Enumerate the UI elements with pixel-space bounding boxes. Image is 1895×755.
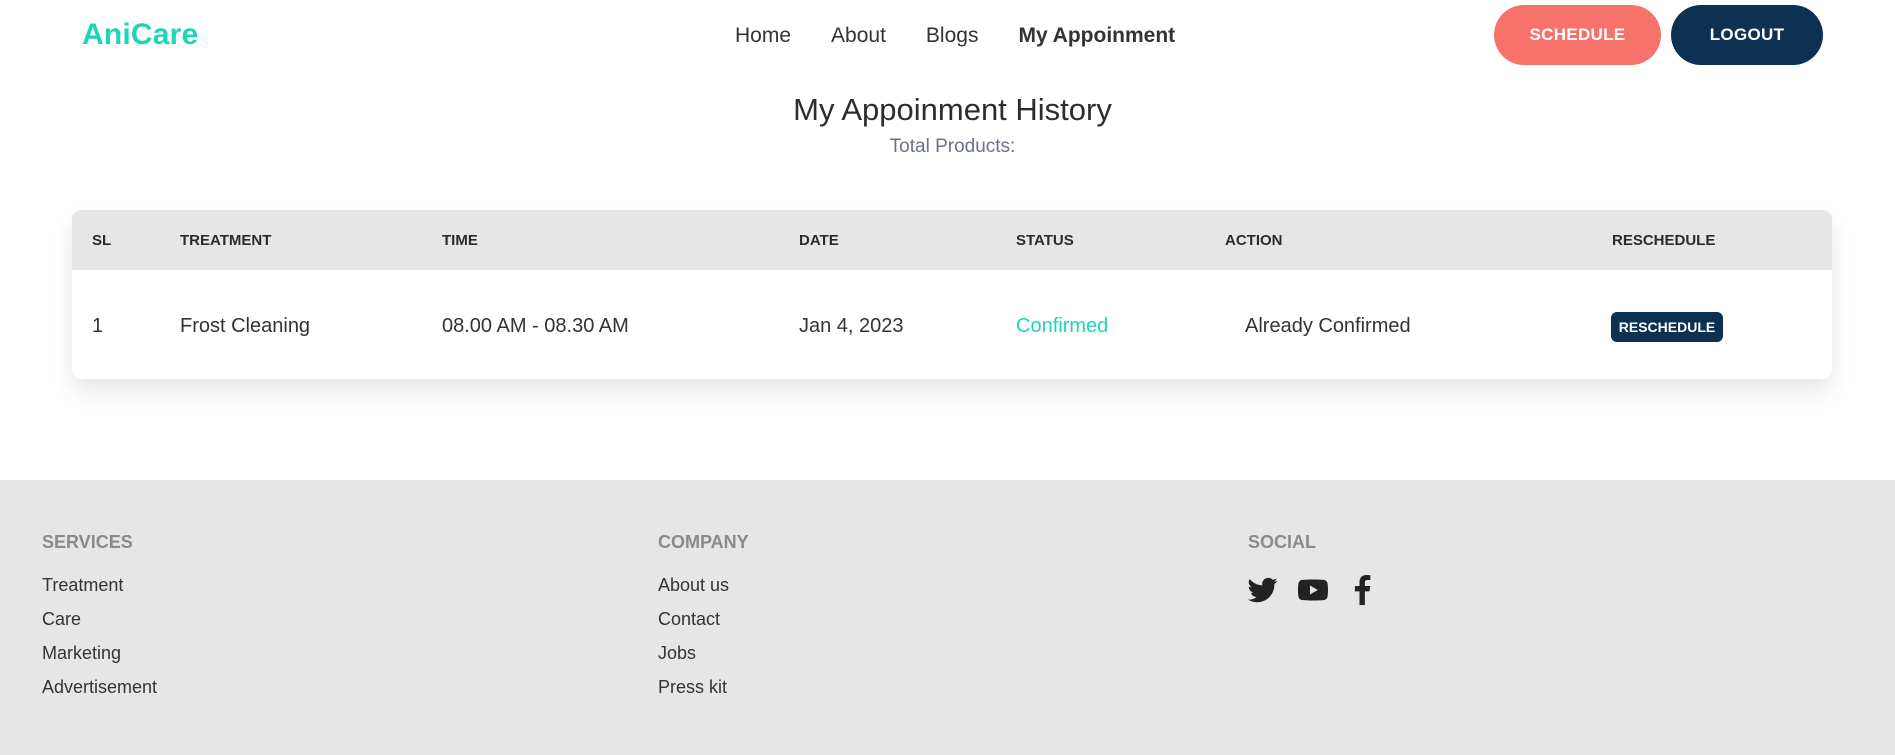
column-header-reschedule: RESCHEDULE bbox=[1612, 232, 1716, 249]
nav-links: Home About Blogs My Appoinment bbox=[735, 24, 1175, 48]
footer-company: COMPANY About us Contact Jobs Press kit bbox=[658, 532, 749, 711]
footer-heading-services: SERVICES bbox=[42, 532, 133, 552]
footer-heading-company: COMPANY bbox=[658, 532, 749, 552]
footer-link-advertisement[interactable]: Advertisement bbox=[42, 677, 157, 698]
column-header-action: ACTION bbox=[1225, 232, 1283, 249]
cell-date: Jan 4, 2023 bbox=[799, 315, 904, 337]
youtube-icon[interactable] bbox=[1298, 575, 1328, 605]
cell-sl: 1 bbox=[92, 315, 104, 337]
reschedule-button[interactable]: RESCHEDULE bbox=[1611, 312, 1723, 342]
footer-link-jobs[interactable]: Jobs bbox=[658, 643, 749, 664]
logout-button[interactable]: LOGOUT bbox=[1671, 5, 1823, 65]
column-header-date: DATE bbox=[799, 232, 839, 249]
column-header-sl: SL bbox=[92, 232, 112, 249]
footer-link-press-kit[interactable]: Press kit bbox=[658, 677, 749, 698]
cell-action: Already Confirmed bbox=[1245, 315, 1411, 337]
cell-treatment: Frost Cleaning bbox=[180, 315, 311, 337]
schedule-button[interactable]: SCHEDULE bbox=[1494, 5, 1661, 65]
nav-link-about[interactable]: About bbox=[831, 24, 886, 48]
footer-link-about-us[interactable]: About us bbox=[658, 575, 749, 596]
social-icons bbox=[1248, 575, 1378, 605]
brand-logo[interactable]: AniCare bbox=[82, 18, 198, 52]
footer-link-marketing[interactable]: Marketing bbox=[42, 643, 157, 664]
footer-social: SOCIAL bbox=[1248, 532, 1378, 605]
footer-link-care[interactable]: Care bbox=[42, 609, 157, 630]
nav-link-my-appoinment[interactable]: My Appoinment bbox=[1018, 24, 1175, 48]
page-title: My Appoinment History bbox=[793, 92, 1112, 127]
table-header-row: SL TREATMENT TIME DATE STATUS ACTION RES… bbox=[72, 210, 1832, 270]
column-header-status: STATUS bbox=[1016, 232, 1074, 249]
footer-heading-social: SOCIAL bbox=[1248, 532, 1317, 552]
appointment-table: SL TREATMENT TIME DATE STATUS ACTION RES… bbox=[72, 210, 1832, 379]
facebook-icon[interactable] bbox=[1348, 575, 1378, 605]
footer-link-treatment[interactable]: Treatment bbox=[42, 575, 157, 596]
column-header-time: TIME bbox=[442, 232, 478, 249]
navbar: AniCare Home About Blogs My Appoinment S… bbox=[0, 0, 1895, 72]
twitter-icon[interactable] bbox=[1248, 575, 1278, 605]
column-header-treatment: TREATMENT bbox=[180, 232, 272, 249]
cell-time: 08.00 AM - 08.30 AM bbox=[442, 315, 629, 337]
page-subtitle: Total Products: bbox=[889, 136, 1016, 157]
footer-services: SERVICES Treatment Care Marketing Advert… bbox=[42, 532, 157, 711]
nav-link-blogs[interactable]: Blogs bbox=[926, 24, 979, 48]
footer-link-contact[interactable]: Contact bbox=[658, 609, 749, 630]
footer: SERVICES Treatment Care Marketing Advert… bbox=[0, 480, 1895, 755]
nav-link-home[interactable]: Home bbox=[735, 24, 791, 48]
status-badge: Confirmed bbox=[1016, 315, 1109, 337]
